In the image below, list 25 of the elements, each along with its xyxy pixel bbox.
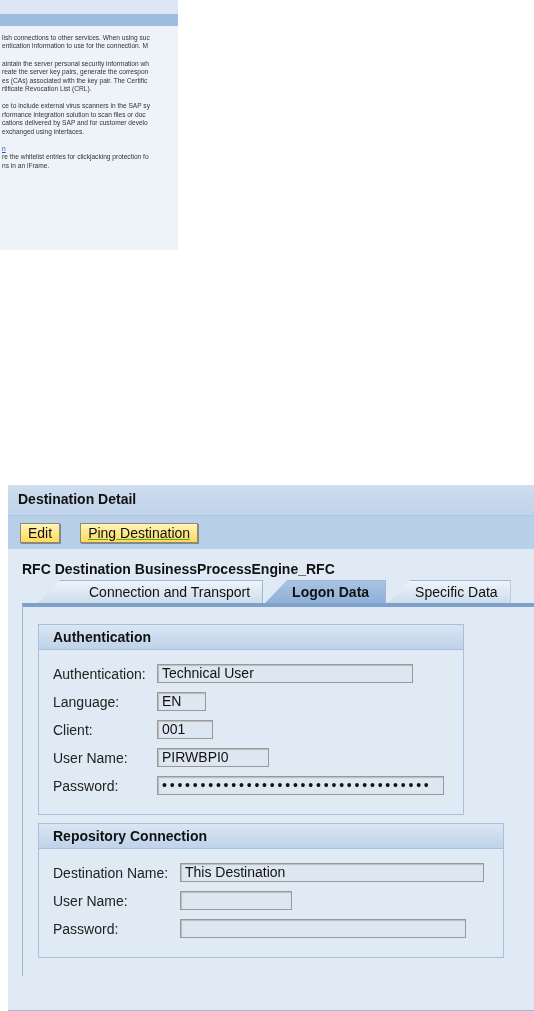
action-button[interactable]: Ping Destination: [80, 522, 199, 543]
panel-title: Destination Detail: [8, 485, 534, 516]
input-field[interactable]: 001: [157, 720, 213, 739]
input-field[interactable]: [180, 919, 466, 938]
tab[interactable]: Logon Data: [265, 580, 387, 603]
input-field[interactable]: This Destination: [180, 863, 484, 882]
field-label: Password:: [53, 777, 120, 794]
tab[interactable]: Connection and Transport: [38, 580, 264, 603]
field-label: User Name:: [53, 892, 129, 909]
field-label: Destination Name:: [53, 864, 170, 881]
group-title: Authentication: [39, 625, 463, 650]
field-label: Authentication:: [53, 665, 147, 682]
input-field[interactable]: PIRWBPI0: [157, 748, 269, 767]
input-field[interactable]: [180, 891, 292, 910]
field-label: Password:: [53, 920, 120, 937]
field-label: Language:: [53, 693, 121, 710]
group-title: Repository Connection: [39, 824, 503, 849]
input-field[interactable]: EN: [157, 692, 206, 711]
section-heading: RFC Destination BusinessProcessEngine_RFC: [22, 561, 336, 577]
tab[interactable]: Specific Data: [388, 580, 511, 603]
field-label: User Name:: [53, 749, 129, 766]
action-button[interactable]: Edit: [20, 522, 61, 543]
input-field[interactable]: •••••••••••••••••••••••••••••••••••: [157, 776, 444, 795]
input-field[interactable]: Technical User: [157, 664, 413, 683]
field-label: Client:: [53, 721, 94, 738]
